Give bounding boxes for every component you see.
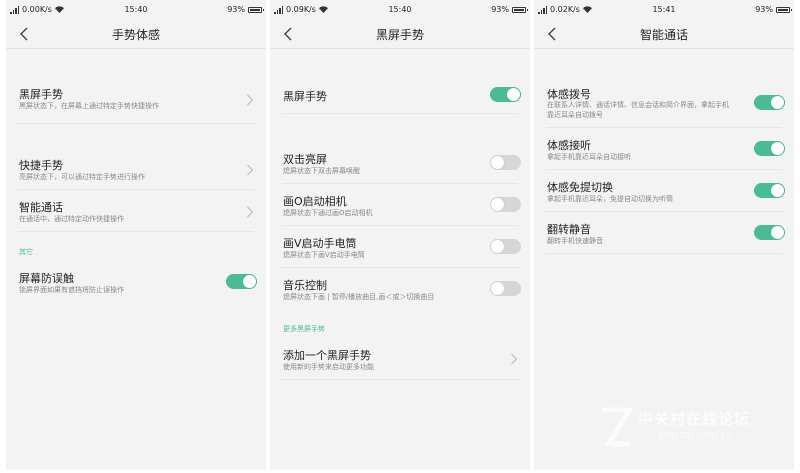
toggle-knob [771,184,784,197]
screen-blackscreen-gesture: 0.09K/s 15:40 93% 黑屏手势 黑屏手势 双击亮屏 熄屏状态下双击… [270,0,530,470]
double-tap-wake-toggle[interactable] [490,155,521,170]
item-subtitle: 熄屏状态下通过画O启动相机 [283,209,373,217]
toggle-knob [491,282,504,295]
page-title: 智能通话 [639,28,688,42]
music-control-toggle[interactable] [490,281,521,296]
list-item-music-control: 音乐控制 熄屏状态下画 | 暂停/播放曲目,画＜或＞切换曲目 [270,268,530,310]
toggle-knob [243,275,256,288]
list-item-motion-handsfree: 体感免提切换 拿起手机靠近耳朵，免提自动切换为听筒 [534,170,794,212]
draw-o-camera-toggle[interactable] [490,197,521,212]
item-subtitle: 黑屏状态下，在屏幕上通过特定手势快捷操作 [19,102,159,110]
item-subtitle: 熄屏状态下画V启动手电筒 [283,251,365,259]
chevron-right-icon [247,94,254,106]
item-title: 快捷手势 [19,159,63,172]
item-title: 双击亮屏 [283,153,327,166]
item-title: 黑屏手势 [19,88,63,101]
item-title: 画O启动相机 [283,195,347,208]
list-item-draw-v-flashlight: 画V启动手电筒 熄屏状态下画V启动手电筒 [270,226,530,268]
page-title: 手势体感 [111,28,160,42]
item-title: 音乐控制 [283,279,327,292]
accidental-touch-toggle[interactable] [226,274,257,289]
battery-icon [776,6,792,13]
toggle-knob [491,240,504,253]
item-title: 添加一个黑屏手势 [283,349,371,362]
list-item-smart-call[interactable]: 智能通话 在通话中，通过特定动作快捷操作 [6,190,266,232]
watermark-url: bbs.zol.com.cn [658,430,733,441]
motion-handsfree-toggle[interactable] [754,183,785,198]
title-bar: 智能通话 [534,20,794,49]
motion-answer-toggle[interactable] [754,141,785,156]
item-title: 翻转静音 [547,223,591,236]
item-title: 屏幕防误触 [19,272,74,285]
flip-mute-toggle[interactable] [754,225,785,240]
chevron-right-icon [247,206,254,218]
item-subtitle: 拿起手机靠近耳朵自动接听 [547,153,631,161]
item-subtitle: 熄屏状态下画 | 暂停/播放曲目,画＜或＞切换曲目 [283,293,435,301]
draw-v-flashlight-toggle[interactable] [490,239,521,254]
watermark-text: 中关村在线论坛 [638,410,751,428]
item-title: 体感免提切换 [547,181,613,194]
zol-logo-icon [602,407,633,447]
item-subtitle: 使用新的手势来启动更多功能 [283,363,374,371]
page-title: 黑屏手势 [375,28,424,42]
item-title: 画V启动手电筒 [283,237,357,250]
list-item-double-tap-wake: 双击亮屏 熄屏状态下双击屏幕唤醒 [270,142,530,184]
blackscreen-gesture-toggle[interactable] [490,87,521,102]
title-bar: 黑屏手势 [270,20,530,49]
list-item-blackscreen-gesture[interactable]: 黑屏手势 黑屏状态下，在屏幕上通过特定手势快捷操作 [6,76,266,124]
battery-percent: 93% [227,5,245,14]
item-subtitle: 熄屏状态下双击屏幕唤醒 [283,167,360,175]
item-title: 智能通话 [19,201,63,214]
item-title: 黑屏手势 [283,90,327,103]
list-item-add-gesture[interactable]: 添加一个黑屏手势 使用新的手势来启动更多功能 [270,338,530,380]
list-item-blackscreen-master: 黑屏手势 [270,76,530,114]
list-item-quick-gesture[interactable]: 快捷手势 亮屏状态下，可以通过特定手势进行操作 [6,148,266,190]
battery-percent: 93% [755,5,773,14]
battery-icon [512,6,528,13]
toggle-knob [491,198,504,211]
toggle-knob [771,226,784,239]
toggle-knob [771,142,784,155]
chevron-right-icon [247,164,254,176]
list-item-accidental-touch: 屏幕防误触 锁屏界面如果有遮挡将防止误操作 [6,262,266,302]
status-bar: 0.00K/s 15:40 93% [6,0,266,20]
chevron-right-icon [511,353,518,365]
list-item-motion-answer: 体感接听 拿起手机靠近耳朵自动接听 [534,128,794,170]
item-subtitle: 翻转手机快速静音 [547,237,603,245]
watermark: 中关村在线论坛 bbs.zol.com.cn [596,400,796,460]
item-title: 体感接听 [547,139,591,152]
motion-dial-toggle[interactable] [754,95,785,110]
item-subtitle: 亮屏状态下，可以通过特定手势进行操作 [19,173,145,181]
toggle-knob [771,96,784,109]
item-subtitle: 在通话中，通过特定动作快捷操作 [19,215,124,223]
list-item-draw-o-camera: 画O启动相机 熄屏状态下通过画O启动相机 [270,184,530,226]
item-subtitle: 锁屏界面如果有遮挡将防止误操作 [19,286,124,294]
toggle-knob [491,156,504,169]
screen-gesture-settings: 0.00K/s 15:40 93% 手势体感 黑屏手势 黑屏状态下，在屏幕上通过… [6,0,266,470]
section-header-other: 其它 [19,248,33,256]
list-item-motion-dial: 体感拨号 在联系人详情、通话详情、信息会话和简介界面，拿起手机靠近耳朵自动拨号 [534,78,794,128]
item-subtitle: 拿起手机靠近耳朵，免提自动切换为听筒 [547,195,673,203]
section-header-more-gestures: 更多黑屏手势 [283,325,325,333]
status-bar: 0.02K/s 15:41 93% [534,0,794,20]
title-bar: 手势体感 [6,20,266,49]
status-bar: 0.09K/s 15:40 93% [270,0,530,20]
toggle-knob [507,88,520,101]
list-item-flip-mute: 翻转静音 翻转手机快速静音 [534,212,794,254]
battery-percent: 93% [491,5,509,14]
item-subtitle: 在联系人详情、通话详情、信息会话和简介界面，拿起手机靠近耳朵自动拨号 [547,101,729,119]
battery-icon [248,6,264,13]
